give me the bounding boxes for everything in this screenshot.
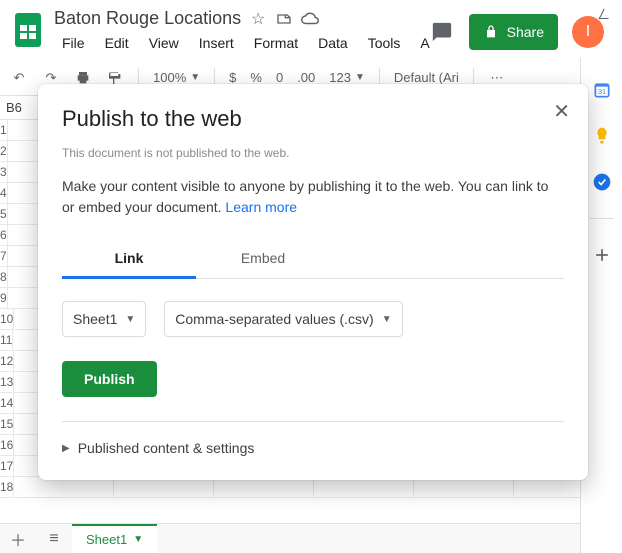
publish-tabs: Link Embed — [62, 240, 564, 279]
format-select-dropdown[interactable]: Comma-separated values (.csv)▼ — [164, 301, 402, 337]
chevron-down-icon: ▼ — [382, 314, 392, 325]
sheet-select-dropdown[interactable]: Sheet1▼ — [62, 301, 146, 337]
published-content-expander[interactable]: ▶ Published content & settings — [62, 440, 564, 456]
dialog-title: Publish to the web — [62, 106, 564, 132]
dialog-description: Make your content visible to anyone by p… — [62, 176, 564, 218]
publish-button[interactable]: Publish — [62, 361, 157, 397]
divider — [62, 421, 564, 422]
tab-link[interactable]: Link — [62, 240, 196, 279]
close-icon[interactable]: ✕ — [553, 102, 570, 122]
not-published-note: This document is not published to the we… — [62, 146, 564, 160]
expand-triangle-icon: ▶ — [62, 443, 70, 454]
chevron-down-icon: ▼ — [125, 314, 135, 325]
tab-embed[interactable]: Embed — [196, 240, 330, 278]
learn-more-link[interactable]: Learn more — [225, 199, 297, 215]
publish-dialog: ✕ Publish to the web This document is no… — [38, 84, 588, 480]
google-sheets-window: { "header": { "doc_title": "Baton Rouge … — [0, 0, 622, 553]
